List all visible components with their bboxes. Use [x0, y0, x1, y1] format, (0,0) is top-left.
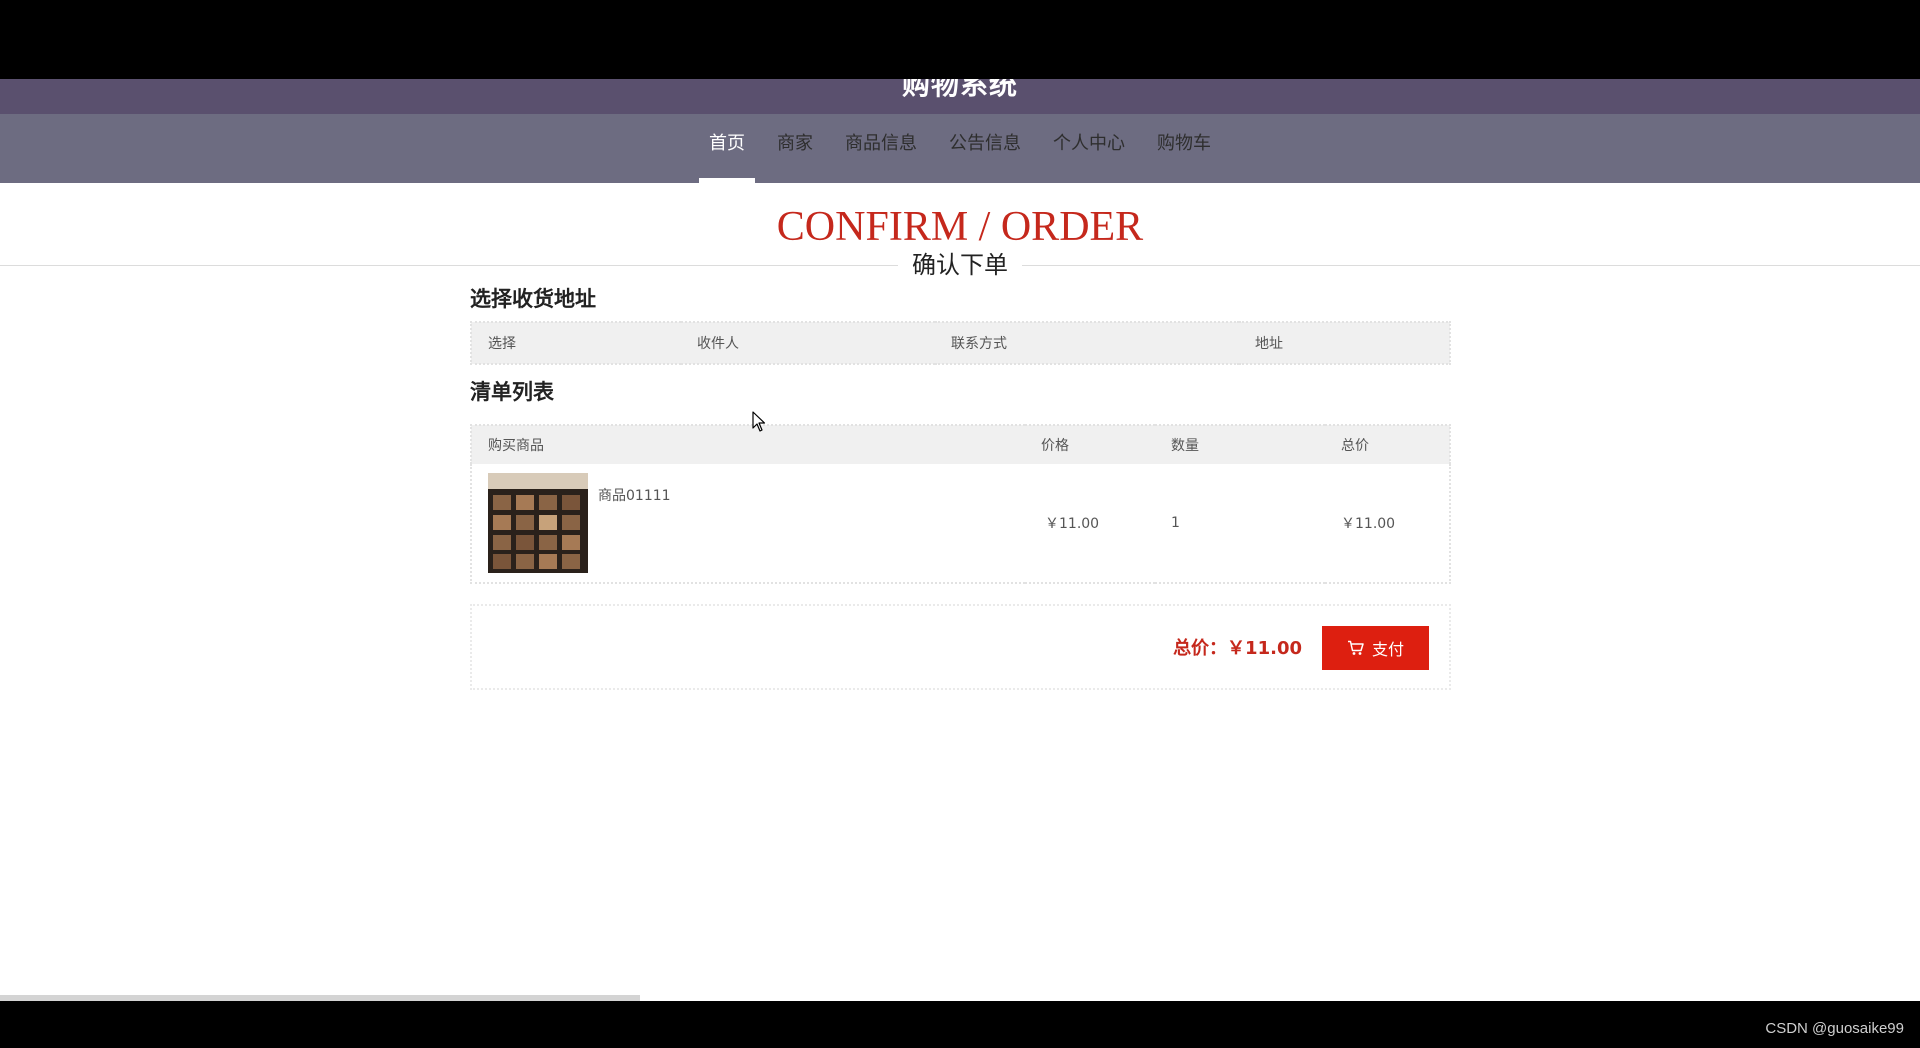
grand-total: 总价：￥11.00 [1173, 638, 1302, 659]
price-cell: ￥11.00 [1045, 516, 1100, 532]
horizontal-scrollbar[interactable] [0, 995, 1920, 1001]
product-cell: 商品01111 [471, 464, 1025, 583]
col-quantity: 数量 [1155, 425, 1325, 464]
cart-icon [1347, 640, 1364, 655]
col-product: 购买商品 [471, 425, 1025, 464]
address-table-header: 选择 收件人 联系方式 地址 [471, 322, 1450, 364]
site-title: 购物系统 [901, 79, 1018, 101]
list-table-header: 购买商品 价格 数量 总价 [471, 425, 1450, 464]
nav-item-profile[interactable]: 个人中心 [1043, 114, 1135, 183]
total-cell: ￥11.00 [1341, 516, 1396, 532]
product-name[interactable]: 商品01111 [598, 485, 671, 505]
pay-button[interactable]: 支付 [1322, 626, 1429, 670]
nav-item-merchants[interactable]: 商家 [767, 114, 823, 183]
page-subtitle: 确认下单 [898, 249, 1022, 281]
scrollbar-thumb[interactable] [0, 995, 640, 1001]
quantity-cell: 1 [1171, 515, 1180, 531]
site-header: 购物系统 [0, 79, 1920, 114]
order-list-table: 购买商品 价格 数量 总价 商品01111 ￥11.00 1 ￥11.00 [470, 424, 1451, 584]
col-select: 选择 [471, 322, 681, 364]
video-frame: 购物系统 首页 商家 商品信息 公告信息 个人中心 购物车 CONFIRM / … [0, 0, 1920, 1048]
col-price: 价格 [1025, 425, 1155, 464]
col-total: 总价 [1325, 425, 1450, 464]
page-title: CONFIRM / ORDER [776, 204, 1144, 250]
mouse-cursor-icon [752, 411, 766, 432]
page-subtitle-wrap: 确认下单 [0, 249, 1920, 281]
col-recipient: 收件人 [681, 322, 935, 364]
col-address: 地址 [1239, 322, 1450, 364]
list-section-title: 清单列表 [470, 380, 554, 404]
order-content: 选择收货地址 选择 收件人 联系方式 地址 清单列表 购买商品 价格 数量 总价… [470, 284, 1451, 690]
address-section-title: 选择收货地址 [470, 287, 596, 311]
nav-item-cart[interactable]: 购物车 [1147, 114, 1221, 183]
main-nav: 首页 商家 商品信息 公告信息 个人中心 购物车 [0, 114, 1920, 183]
address-table: 选择 收件人 联系方式 地址 [470, 321, 1451, 365]
nav-item-announcements[interactable]: 公告信息 [939, 114, 1031, 183]
nav-item-products[interactable]: 商品信息 [835, 114, 927, 183]
col-contact: 联系方式 [935, 322, 1239, 364]
browser-page: 购物系统 首页 商家 商品信息 公告信息 个人中心 购物车 CONFIRM / … [0, 79, 1920, 1001]
watermark: CSDN @guosaike99 [1765, 1020, 1904, 1037]
pay-button-label: 支付 [1371, 642, 1404, 659]
product-image[interactable] [488, 473, 588, 573]
order-summary: 总价：￥11.00 支付 [470, 604, 1451, 690]
table-row: 商品01111 ￥11.00 1 ￥11.00 [471, 464, 1450, 583]
nav-item-home[interactable]: 首页 [699, 114, 755, 183]
